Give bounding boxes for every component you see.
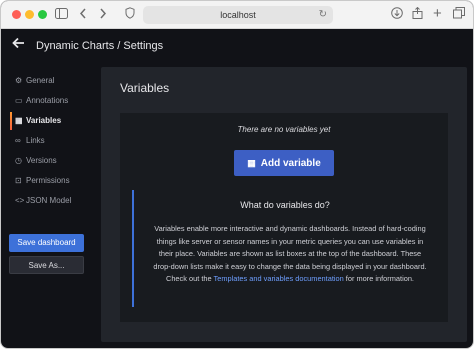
sliders-icon: ⚙: [15, 76, 23, 85]
sidebar-item-annotations[interactable]: ▭ Annotations: [9, 92, 93, 110]
sidebar-item-versions[interactable]: ◷ Versions: [9, 152, 93, 170]
calculator-icon: ▦: [15, 116, 23, 125]
page-title: Dynamic Charts / Settings: [36, 40, 164, 52]
sidebar-item-label: Links: [26, 136, 45, 145]
empty-message: There are no variables yet: [237, 125, 331, 134]
forward-nav-icon[interactable]: [99, 6, 107, 24]
sidebar-item-label: Permissions: [26, 176, 70, 185]
calculator-icon: ▦: [247, 158, 256, 168]
section-title: Variables: [120, 81, 170, 95]
save-as-button[interactable]: Save As...: [9, 256, 84, 274]
maximize-window-button[interactable]: [38, 10, 47, 19]
sidebar-item-label: JSON Model: [26, 196, 72, 205]
sidebar-item-permissions[interactable]: ⊡ Permissions: [9, 172, 93, 190]
lock-icon: ⊡: [15, 176, 22, 185]
info-callout: What do variables do? Variables enable m…: [132, 190, 436, 307]
url-bar[interactable]: localhost ↻: [143, 6, 333, 24]
back-arrow-icon[interactable]: [12, 36, 25, 54]
sidebar-item-general[interactable]: ⚙ General: [9, 72, 93, 90]
sidebar-item-label: Variables: [26, 116, 62, 125]
minimize-window-button[interactable]: [25, 10, 34, 19]
variables-panel: Variables There are no variables yet ▦ Ad…: [101, 67, 467, 342]
comment-icon: ▭: [15, 96, 23, 105]
sidebar-item-label: Annotations: [26, 96, 69, 105]
callout-text-end: for more information.: [343, 274, 414, 283]
browser-toolbar: localhost ↻ +: [1, 1, 473, 29]
settings-sidebar: ⚙ General ▭ Annotations ▦ Variables ∞ Links …: [1, 67, 93, 347]
close-window-button[interactable]: [12, 10, 21, 19]
sidebar-item-json-model[interactable]: <> JSON Model: [9, 192, 93, 210]
app-window: localhost ↻ + Dynamic Charts / Settings …: [0, 0, 474, 349]
save-dashboard-button[interactable]: Save dashboard: [9, 234, 84, 252]
shield-icon[interactable]: [125, 6, 135, 24]
download-icon[interactable]: [391, 6, 403, 24]
link-icon: ∞: [15, 136, 21, 145]
app-header: Dynamic Charts / Settings: [1, 29, 473, 65]
new-tab-icon[interactable]: +: [433, 5, 442, 23]
add-variable-label: Add variable: [260, 158, 321, 169]
reload-icon[interactable]: ↻: [319, 6, 327, 24]
url-text: localhost: [220, 10, 256, 20]
sidebar-toggle-icon[interactable]: [55, 6, 68, 24]
templates-docs-link[interactable]: Templates and variables documentation: [214, 274, 344, 283]
code-icon: <>: [15, 196, 25, 205]
tab-overview-icon[interactable]: [453, 6, 465, 24]
callout-body: Variables enable more interactive and dy…: [150, 223, 430, 286]
sidebar-item-label: General: [26, 76, 55, 85]
history-icon: ◷: [15, 156, 22, 165]
callout-title: What do variables do?: [240, 200, 330, 210]
back-nav-icon[interactable]: [79, 6, 87, 24]
sidebar-item-label: Versions: [26, 156, 57, 165]
share-icon[interactable]: [412, 6, 423, 24]
empty-state: There are no variables yet ▦ Add variable…: [120, 113, 448, 322]
sidebar-item-links[interactable]: ∞ Links: [9, 132, 93, 150]
add-variable-button[interactable]: ▦ Add variable: [234, 150, 334, 176]
sidebar-item-variables[interactable]: ▦ Variables: [9, 112, 93, 130]
